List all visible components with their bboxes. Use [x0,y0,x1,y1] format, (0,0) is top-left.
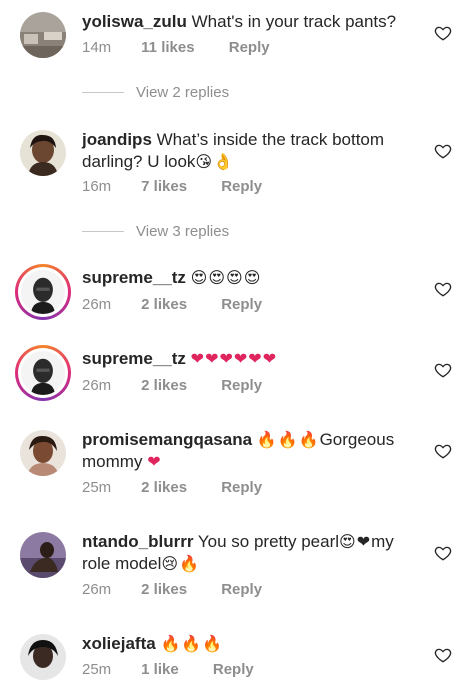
comment-username[interactable]: yoliswa_zulu [82,12,187,31]
reply-button[interactable]: Reply [221,581,262,598]
comment-time: 26m [82,581,112,598]
avatar-ring [18,267,68,317]
comment-likes[interactable]: 2 likes [141,479,187,496]
view-replies-link[interactable]: View 3 replies [82,221,229,241]
comment-username[interactable]: xoliejafta [82,634,156,653]
reply-button[interactable]: Reply [221,296,262,313]
comment-time: 16m [82,178,112,195]
comment-emoji: 😘👌 [195,152,235,171]
reply-button[interactable]: Reply [213,661,254,678]
comment-text: xoliejafta 🔥🔥🔥 [82,633,422,655]
comment-meta: 16m 7 likes Reply [82,178,262,195]
avatar[interactable] [15,264,71,320]
view-replies-label: View 2 replies [136,83,230,101]
comment-text: yoliswa_zulu What's in your track pants? [82,11,422,33]
avatar[interactable] [20,634,66,680]
comment-meta: 25m 2 likes Reply [82,479,262,496]
like-heart-icon[interactable] [434,646,452,664]
comment-emoji-fire: 🔥🔥🔥 [256,430,320,449]
comment-emoji: 😍😍😍😍 [190,268,262,287]
comment-username[interactable]: promisemangqasana [82,430,252,449]
comment-time: 26m [82,296,112,313]
comment-username[interactable]: supreme__tz [82,268,186,287]
comment-meta: 25m 1 like Reply [82,661,254,678]
comment-emoji: ❤❤❤❤❤❤ [190,349,278,368]
comment-time: 25m [82,479,112,496]
comment-likes[interactable]: 11 likes [141,39,194,56]
avatar[interactable] [15,345,71,401]
comment-likes[interactable]: 2 likes [141,581,187,598]
avatar[interactable] [20,430,66,476]
comment-time: 14m [82,39,112,56]
divider [82,230,124,232]
comment-emoji: 😢🔥 [161,554,200,573]
avatar[interactable] [20,532,66,578]
reply-button[interactable]: Reply [221,479,262,496]
like-heart-icon[interactable] [434,544,452,562]
view-replies-link[interactable]: View 2 replies [82,82,229,102]
divider [82,91,124,93]
comment-likes[interactable]: 7 likes [141,178,187,195]
comment-body: What's in your track pants? [191,12,397,31]
comment-username[interactable]: supreme__tz [82,349,186,368]
comment-username[interactable]: ntando_blurrr [82,532,193,551]
comment-time: 26m [82,377,112,394]
reply-button[interactable]: Reply [221,178,262,195]
comment-likes[interactable]: 1 like [141,661,179,678]
comment-text: supreme__tz 😍😍😍😍 [82,267,422,289]
like-heart-icon[interactable] [434,361,452,379]
comment-emoji: ❤ [147,452,162,471]
comment-text: ntando_blurrr You so pretty pearl😍❤my ro… [82,531,422,575]
comment-likes[interactable]: 2 likes [141,296,187,313]
comment-emoji: 🔥🔥🔥 [160,634,224,653]
comment-text: supreme__tz ❤❤❤❤❤❤ [82,348,422,370]
like-heart-icon[interactable] [434,24,452,42]
comment-body: You so pretty pearl [197,532,340,551]
comment-meta: 26m 2 likes Reply [82,581,262,598]
like-heart-icon[interactable] [434,280,452,298]
avatar[interactable] [20,12,66,58]
avatar[interactable] [20,130,66,176]
comment-meta: 26m 2 likes Reply [82,296,262,313]
comment-likes[interactable]: 2 likes [141,377,187,394]
comment-meta: 14m 11 likes Reply [82,39,270,56]
comment-username[interactable]: joandips [82,130,152,149]
reply-button[interactable]: Reply [221,377,262,394]
view-replies-label: View 3 replies [136,222,230,240]
like-heart-icon[interactable] [434,142,452,160]
comment-meta: 26m 2 likes Reply [82,377,262,394]
comment-text: promisemangqasana 🔥🔥🔥Gorgeous mommy ❤ [82,429,422,473]
comment-time: 25m [82,661,112,678]
avatar-ring [18,348,68,398]
like-heart-icon[interactable] [434,442,452,460]
reply-button[interactable]: Reply [229,39,270,56]
comment-text: joandips What’s inside the track bottom … [82,129,422,173]
comment-emoji-love: 😍❤ [339,532,372,551]
